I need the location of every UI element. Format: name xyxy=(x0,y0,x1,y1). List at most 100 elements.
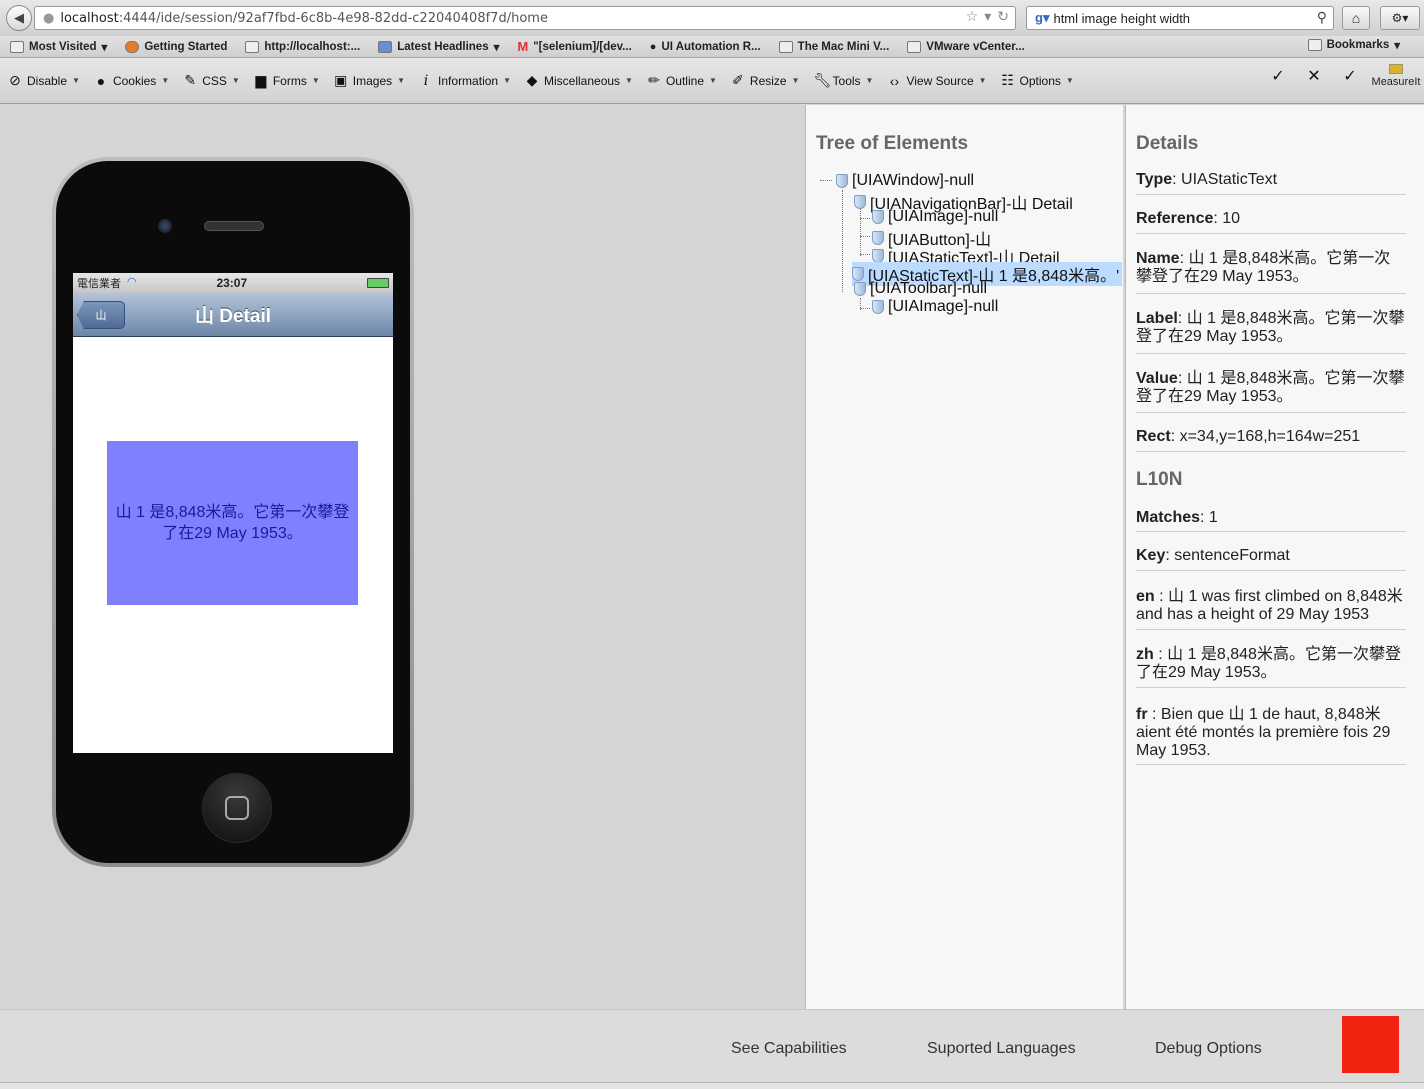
element-icon xyxy=(872,210,884,224)
tree-node[interactable]: [UIAImage]-null xyxy=(872,298,998,316)
validate-check-icon[interactable]: ✓ xyxy=(1260,66,1296,86)
wd-information[interactable]: i Information ▼ xyxy=(419,73,511,89)
wd-resize[interactable]: ✐ Resize ▼ xyxy=(731,72,800,89)
iphone-home-button[interactable] xyxy=(202,773,272,843)
wd-tools[interactable]: 🔧︎ Tools ▼ xyxy=(814,72,874,89)
chevron-down-icon: ▾ xyxy=(101,41,108,54)
element-icon xyxy=(836,174,848,188)
chevron-down-icon: ▼ xyxy=(72,76,80,85)
bookmark-selenium[interactable]: M "[selenium]/[dev... xyxy=(517,39,631,54)
google-icon[interactable]: g▾ xyxy=(1035,10,1049,26)
element-icon xyxy=(852,267,864,281)
back-button[interactable]: ◀ xyxy=(6,5,32,31)
pencil-icon: ✏ xyxy=(648,72,660,88)
tree-node[interactable]: [UIAWindow]-null xyxy=(836,172,974,190)
dropdown-icon[interactable]: ▾ xyxy=(984,9,991,25)
chevron-down-icon: ▼ xyxy=(311,76,320,85)
wd-options[interactable]: ☷ Options ▼ xyxy=(1001,72,1074,89)
wd-css[interactable]: ✎ CSS ▼ xyxy=(183,72,240,89)
tools-menu-button[interactable]: ⚙▾ xyxy=(1380,6,1420,30)
bookmarks-menu[interactable]: Bookmarks ▾ xyxy=(1307,38,1400,52)
details-title: Details xyxy=(1136,133,1199,154)
search-input[interactable]: g▾ html image height width ⚲ xyxy=(1026,6,1334,30)
chevron-down-icon: ▼ xyxy=(625,76,633,85)
bookmark-most-visited[interactable]: Most Visited ▾ xyxy=(10,40,107,54)
gmail-icon: M xyxy=(517,39,529,54)
status-time: 23:07 xyxy=(216,276,248,290)
iphone-screen[interactable]: 電信業者 ◠ 23:07 山 山 Detail 山 1 是8,848米高。它第一次… xyxy=(73,273,393,753)
wd-forms[interactable]: ▆ Forms ▼ xyxy=(254,72,320,89)
bookmark-localhost[interactable]: http://localhost:... xyxy=(245,40,360,53)
cube-icon: ◆ xyxy=(526,72,538,88)
chevron-down-icon: ▼ xyxy=(865,76,874,85)
highlighted-static-text[interactable]: 山 1 是8,848米高。它第一次攀登了在29 May 1953。 xyxy=(107,441,358,605)
chevron-down-icon: ▼ xyxy=(709,76,717,85)
footer-bar: See Capabilities Suported Languages Debu… xyxy=(0,1009,1424,1089)
chevron-down-icon: ▼ xyxy=(231,76,240,85)
info-icon: i xyxy=(423,72,429,89)
debug-options-link[interactable]: Debug Options xyxy=(1155,1040,1262,1058)
divider xyxy=(1136,194,1406,195)
error-x-icon[interactable]: ✕ xyxy=(1296,66,1332,86)
resize-icon: ✐ xyxy=(732,72,744,88)
wd-view-source[interactable]: ‹› View Source ▼ xyxy=(887,72,987,89)
url-path: :4444/ide/session/92af7fbd-6c8b-4e98-82d… xyxy=(118,10,548,26)
status-indicator-square[interactable] xyxy=(1342,1016,1399,1073)
disable-icon: ⊘ xyxy=(9,72,21,88)
tree-node[interactable]: [UIAToolbar]-null xyxy=(854,280,987,298)
tree-connector xyxy=(860,208,861,256)
bookmarks-toolbar: Most Visited ▾ Getting Started http://loc… xyxy=(0,36,1424,58)
tree-connector xyxy=(860,308,870,309)
firefox-icon xyxy=(125,40,140,53)
wd-cookies[interactable]: ● Cookies ▼ xyxy=(94,73,170,89)
wd-images[interactable]: ▣ Images ▼ xyxy=(334,72,405,89)
tree-connector xyxy=(860,218,870,219)
search-value: html image height width xyxy=(1053,10,1191,26)
detail-key: Key: sentenceFormat xyxy=(1136,547,1290,564)
divider xyxy=(1136,570,1406,571)
ios-status-bar: 電信業者 ◠ 23:07 xyxy=(73,273,393,293)
wd-disable[interactable]: ⊘ Disable ▼ xyxy=(8,72,80,89)
bookmark-mac-mini[interactable]: The Mac Mini V... xyxy=(778,40,889,53)
detail-label: Label: 山 1 是8,848米高。它第一次攀登了在29 May 1953。 xyxy=(1136,310,1405,345)
divider xyxy=(1136,531,1406,532)
carrier-label: 電信業者 xyxy=(77,278,121,290)
star-icon[interactable]: ☆ xyxy=(966,9,979,25)
folder-icon xyxy=(10,40,24,53)
battery-icon xyxy=(367,278,389,288)
css-wand-icon: ✎ xyxy=(184,72,197,88)
gear-icon: ⚙▾ xyxy=(1391,11,1409,25)
chevron-down-icon: ▼ xyxy=(978,76,987,85)
bookmark-getting-started[interactable]: Getting Started xyxy=(125,40,227,53)
element-icon xyxy=(854,282,866,296)
check-icon[interactable]: ✓ xyxy=(1332,66,1368,86)
url-field[interactable]: ● localhost:4444/ide/session/92af7fbd-6c… xyxy=(34,6,1016,30)
wd-outline[interactable]: ✏ Outline ▼ xyxy=(647,72,717,89)
ide-content: 電信業者 ◠ 23:07 山 山 Detail 山 1 是8,848米高。它第一次… xyxy=(0,105,1424,1009)
bookmark-latest-headlines[interactable]: Latest Headlines ▾ xyxy=(378,40,499,54)
divider xyxy=(1136,233,1406,234)
tree-connector xyxy=(842,190,843,292)
detail-value: Value: 山 1 是8,848米高。它第一次攀登了在29 May 1953。 xyxy=(1136,370,1405,405)
tree-node[interactable]: [UIAImage]-null xyxy=(872,208,998,226)
tree-connector xyxy=(820,180,832,181)
home-button[interactable]: ⌂ xyxy=(1342,6,1370,30)
search-icon[interactable]: ⚲ xyxy=(1317,9,1327,26)
apple-icon: ● xyxy=(649,40,657,53)
tree-connector xyxy=(860,254,870,255)
chevron-down-icon: ▼ xyxy=(791,76,800,85)
divider xyxy=(1136,687,1406,688)
iphone-bezel: 電信業者 ◠ 23:07 山 山 Detail 山 1 是8,848米高。它第一次… xyxy=(56,161,410,863)
reload-icon[interactable]: ↻ xyxy=(997,9,1009,25)
divider xyxy=(1136,764,1406,765)
ios-back-button[interactable]: 山 xyxy=(77,301,125,329)
bookmark-ui-automation[interactable]: ● UI Automation R... xyxy=(650,41,761,53)
measureit-button[interactable]: MeasureIt xyxy=(1368,64,1424,88)
supported-languages-link[interactable]: Suported Languages xyxy=(927,1040,1076,1058)
divider xyxy=(1136,293,1406,294)
wd-miscellaneous[interactable]: ◆ Miscellaneous ▼ xyxy=(525,72,633,89)
code-icon: ‹› xyxy=(889,72,900,89)
bookmark-vmware[interactable]: VMware vCenter... xyxy=(907,40,1025,53)
wrench-icon: 🔧︎ xyxy=(813,72,832,88)
see-capabilities-link[interactable]: See Capabilities xyxy=(731,1040,847,1058)
